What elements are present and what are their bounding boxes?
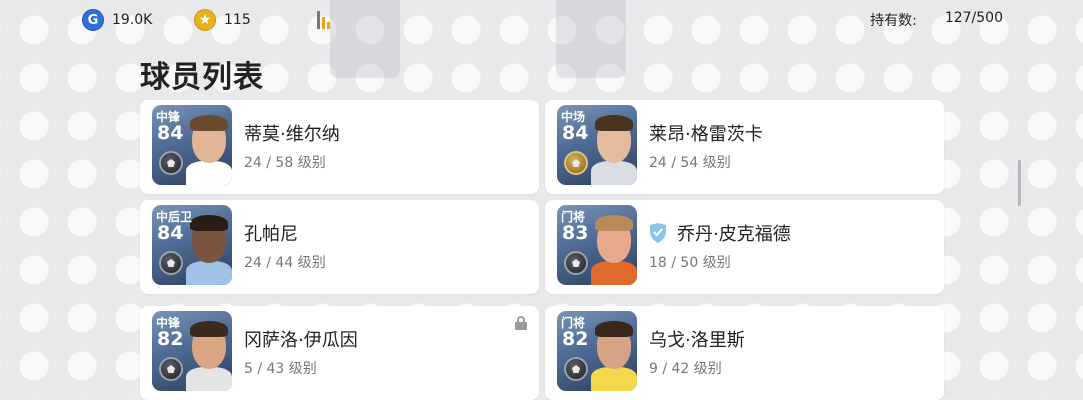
player-portrait: 中后卫 84 <box>152 205 232 285</box>
gp-value: 19.0K <box>112 12 153 28</box>
player-level: 24 / 54 级别 <box>649 155 731 171</box>
player-face-image <box>186 213 232 285</box>
player-card[interactable]: 中场 84 莱昂·格雷茨卡 24 / 54 级别 <box>545 100 944 194</box>
player-portrait: 门将 83 <box>557 205 637 285</box>
player-card[interactable]: 门将 82 乌戈·洛里斯 9 / 42 级别 <box>545 306 944 400</box>
player-card[interactable]: 中锋 82 冈萨洛·伊瓜因 5 / 43 级别 <box>140 306 539 400</box>
player-rating: 84 <box>157 122 184 144</box>
card-type-badge-icon <box>564 151 588 175</box>
player-name-text: 冈萨洛·伊瓜因 <box>244 330 358 351</box>
player-face-image <box>186 113 232 185</box>
player-portrait: 门将 82 <box>557 311 637 391</box>
card-type-badge-icon <box>564 251 588 275</box>
player-rating: 82 <box>157 328 184 350</box>
player-level: 24 / 44 级别 <box>244 255 326 271</box>
player-card[interactable]: 门将 83 乔丹·皮克福德 18 / 50 级别 <box>545 200 944 294</box>
owned-value: 127/500 <box>944 10 1003 26</box>
player-name-text: 莱昂·格雷茨卡 <box>649 124 763 145</box>
scrollbar[interactable] <box>1018 160 1021 206</box>
coin-balance: ★ 115 <box>194 9 251 31</box>
player-name-text: 乔丹·皮克福德 <box>677 224 791 245</box>
player-name: 乌戈·洛里斯 <box>649 326 745 352</box>
stats-bar-icon <box>317 11 330 29</box>
player-card[interactable]: 中后卫 84 孔帕尼 24 / 44 级别 <box>140 200 539 294</box>
club-shield-icon <box>650 223 666 243</box>
card-type-badge-icon <box>564 357 588 381</box>
player-name: 莱昂·格雷茨卡 <box>649 120 763 146</box>
card-type-badge-icon <box>159 357 183 381</box>
player-level: 24 / 58 级别 <box>244 155 326 171</box>
player-face-image <box>591 213 637 285</box>
card-type-badge-icon <box>159 251 183 275</box>
lock-icon <box>515 316 527 330</box>
coin-icon: ★ <box>194 9 216 31</box>
player-face-image <box>591 319 637 391</box>
owned-count: 持有数: 127/500 <box>870 10 1003 30</box>
player-rating: 84 <box>562 122 589 144</box>
player-name: 冈萨洛·伊瓜因 <box>244 326 358 352</box>
gp-icon: G <box>82 9 104 31</box>
owned-label: 持有数: <box>870 13 917 29</box>
player-name: 蒂莫·维尔纳 <box>244 120 340 146</box>
player-level: 18 / 50 级别 <box>649 255 731 271</box>
player-name-text: 蒂莫·维尔纳 <box>244 124 340 145</box>
gp-balance: G 19.0K <box>82 9 152 31</box>
player-portrait: 中锋 82 <box>152 311 232 391</box>
player-name: 孔帕尼 <box>244 220 298 246</box>
coin-value: 115 <box>224 12 251 28</box>
player-rating: 82 <box>562 328 589 350</box>
card-type-badge-icon <box>159 151 183 175</box>
player-name: 乔丹·皮克福德 <box>649 220 791 246</box>
player-level: 9 / 42 级别 <box>649 361 722 377</box>
player-face-image <box>591 113 637 185</box>
player-name-text: 孔帕尼 <box>244 224 298 245</box>
player-rating: 84 <box>157 222 184 244</box>
player-card[interactable]: 中锋 84 蒂莫·维尔纳 24 / 58 级别 <box>140 100 539 194</box>
player-level: 5 / 43 级别 <box>244 361 317 377</box>
player-face-image <box>186 319 232 391</box>
player-name-text: 乌戈·洛里斯 <box>649 330 745 351</box>
top-status-bar: G 19.0K ★ 115 持有数: 127/500 <box>0 0 1083 40</box>
player-portrait: 中场 84 <box>557 105 637 185</box>
player-portrait: 中锋 84 <box>152 105 232 185</box>
player-rating: 83 <box>562 222 589 244</box>
page-title: 球员列表 <box>140 60 264 95</box>
